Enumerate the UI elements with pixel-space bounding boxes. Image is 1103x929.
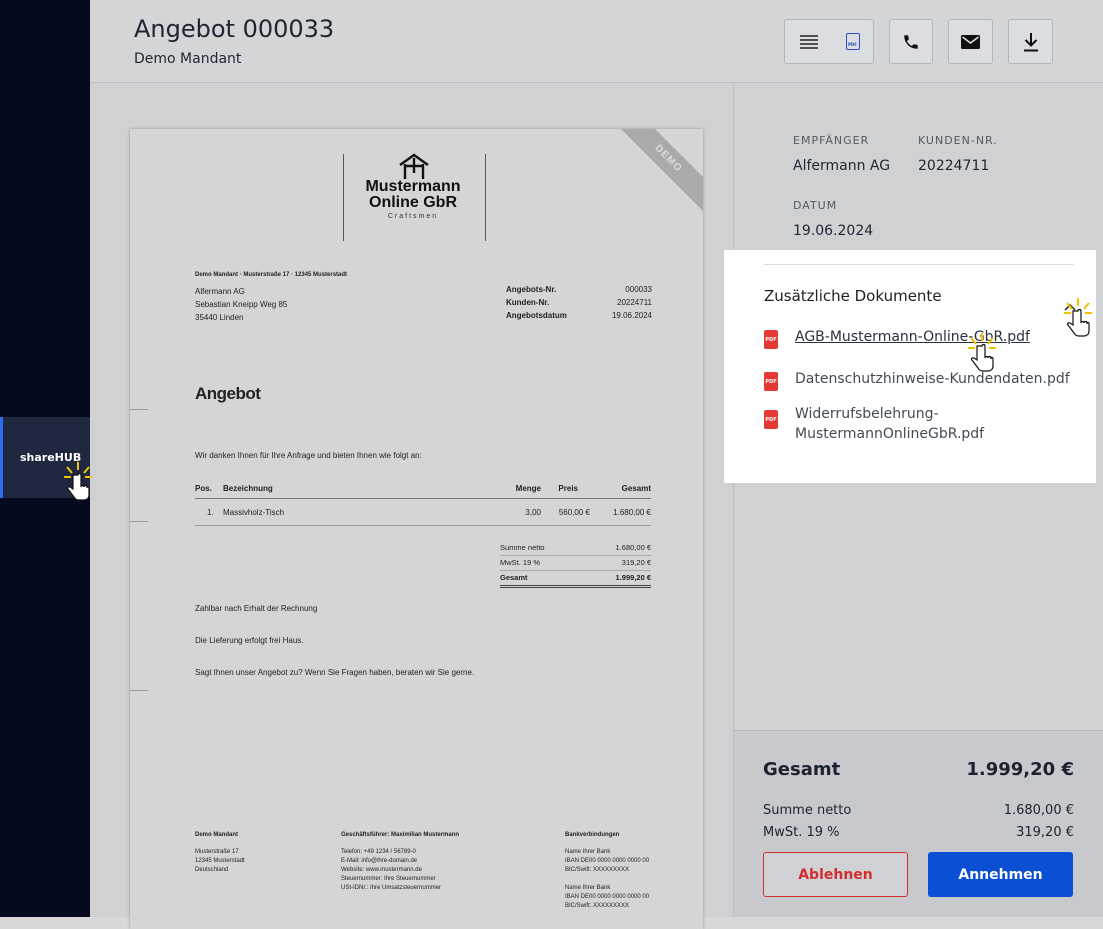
customer-number-value: 20224711: [918, 158, 990, 174]
document-preview-area[interactable]: DEMO Mustermann Online GbR Craftsmen Dem…: [90, 84, 732, 929]
divider: [764, 264, 1074, 265]
phone-icon: [902, 33, 920, 51]
header: Angebot 000033 Demo Mandant PDF: [90, 0, 1103, 83]
footer-contact: Geschäftsführer: Maximilian Mustermann T…: [341, 832, 460, 891]
closing-note: Sagt Ihnen unser Angebot zu? Wenn Sie Fr…: [195, 668, 475, 677]
logo-divider: [485, 154, 486, 241]
download-icon: [1023, 32, 1039, 52]
document-link-datenschutz[interactable]: PDF Datenschutzhinweise-Kundendaten.pdf: [764, 371, 1070, 391]
email-button[interactable]: [948, 19, 993, 64]
pdf-file-icon: PDF: [764, 410, 778, 429]
main: Angebot 000033 Demo Mandant PDF DEMO Mus…: [90, 0, 1103, 929]
logo-divider: [343, 154, 344, 241]
demo-ribbon: DEMO: [610, 129, 703, 217]
recipient-value: Alfermann AG: [793, 158, 891, 174]
delivery-note: Die Lieferung erfolgt frei Haus.: [195, 636, 304, 645]
call-button[interactable]: [889, 19, 933, 64]
punch-mark: [130, 521, 148, 522]
logo-tagline: Craftsmen: [387, 213, 439, 220]
pdf-file-icon: PDF: [764, 330, 778, 349]
reject-button[interactable]: Ablehnen: [763, 852, 908, 897]
fold-mark: [130, 409, 148, 410]
click-cursor-icon: [966, 332, 998, 380]
recipient-address: Alfermann AG Sebastian Kneipp Weg 85 354…: [195, 287, 288, 322]
intro-text: Wir danken Ihnen für Ihre Anfrage und bi…: [195, 451, 422, 460]
list-view-icon[interactable]: [799, 34, 819, 50]
click-cursor-icon: [1062, 297, 1094, 345]
customer-number-label: KUNDEN-NR.: [918, 134, 998, 147]
accept-button[interactable]: Annehmen: [928, 852, 1073, 897]
document-heading: Angebot: [195, 384, 261, 403]
envelope-icon: [961, 34, 980, 49]
sender-line: Demo Mandant · Musterstraße 17 · 12345 M…: [195, 272, 348, 278]
payment-note: Zahlbar nach Erhalt der Rechnung: [195, 604, 318, 613]
net-label: Summe netto: [763, 803, 852, 818]
pdf-view-icon[interactable]: PDF: [845, 33, 860, 50]
total-label: Gesamt: [763, 759, 841, 780]
page-title: Angebot 000033: [134, 15, 335, 43]
date-value: 19.06.2024: [793, 223, 874, 239]
table-row: 1. Massivholz-Tisch 3,00 560,00 € 1.680,…: [195, 499, 651, 526]
document-link-label[interactable]: Widerrufsbelehrung- MustermannOnlineGbR.…: [795, 404, 984, 444]
additional-documents-card: Zusätzliche Dokumente PDF AGB-Mustermann…: [724, 250, 1096, 483]
details-panel: EMPFÄNGER Alfermann AG KUNDEN-NR. 202247…: [724, 84, 1103, 917]
offer-document: DEMO Mustermann Online GbR Craftsmen Dem…: [130, 129, 703, 929]
vat-label: MwSt. 19 %: [763, 825, 840, 840]
document-link-widerruf[interactable]: PDF Widerrufsbelehrung- MustermannOnline…: [764, 404, 984, 444]
recipient-label: EMPFÄNGER: [793, 134, 870, 147]
table-header: Pos. Bezeichnung Menge Preis Gesamt: [195, 479, 651, 499]
total-value: 1.999,20 €: [966, 759, 1074, 780]
additional-documents-title: Zusätzliche Dokumente: [764, 287, 942, 305]
items-table: Pos. Bezeichnung Menge Preis Gesamt 1. M…: [195, 479, 651, 526]
document-link-label[interactable]: Datenschutzhinweise-Kundendaten.pdf: [795, 371, 1070, 387]
page-subtitle: Demo Mandant: [134, 51, 242, 67]
date-label: DATUM: [793, 199, 838, 212]
download-button[interactable]: [1008, 19, 1053, 64]
fold-mark: [130, 690, 148, 691]
footer-bank: Bankverbindungen Name Ihrer Bank IBAN DE…: [565, 832, 650, 909]
view-toggle: PDF: [784, 19, 874, 64]
click-cursor-icon: [62, 461, 94, 509]
sidebar: shareHUB: [0, 0, 93, 917]
logo-wordmark: Mustermann Online GbR: [365, 178, 461, 211]
document-sums: Summe netto 1.680,00 € MwSt. 19 % 319,20 €…: [500, 541, 651, 588]
footer-company: Demo Mandant Musterstraße 17 12345 Muste…: [195, 832, 245, 873]
net-value: 1.680,00 €: [1003, 803, 1074, 818]
offer-meta: Angebots-Nr. 000033 Kunden-Nr. 20224711 An…: [506, 285, 652, 320]
pdf-file-icon: PDF: [764, 372, 778, 391]
vat-value: 319,20 €: [1016, 825, 1074, 840]
